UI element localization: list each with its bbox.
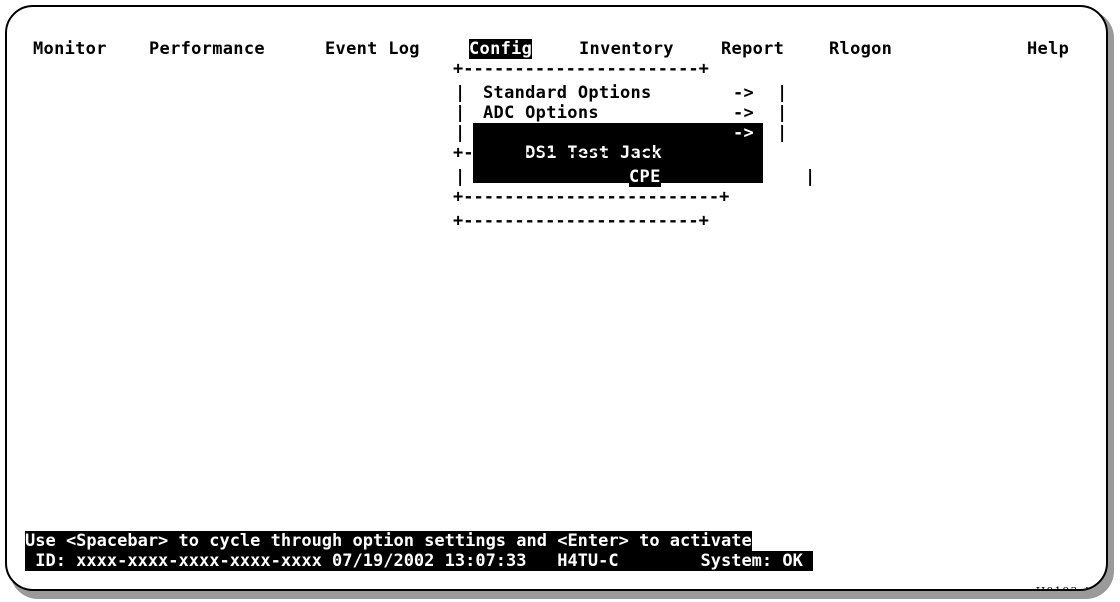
arrow-icon: -> bbox=[733, 123, 755, 143]
menu-border-left: | bbox=[455, 83, 466, 103]
menu-performance[interactable]: Performance bbox=[149, 39, 265, 59]
config-menu-border-bottom: +-----------------------+ bbox=[453, 211, 709, 231]
direction-label: Direction: bbox=[483, 167, 589, 187]
menu-border-right: | bbox=[805, 167, 816, 187]
menu-border-right: | bbox=[777, 103, 788, 123]
menu-inventory[interactable]: Inventory bbox=[579, 39, 674, 59]
menu-config[interactable]: Config bbox=[469, 39, 533, 59]
arrow-icon: -> bbox=[733, 103, 755, 123]
menu-item-standard-options[interactable]: Standard Options bbox=[483, 83, 652, 103]
menu-border-right: | bbox=[777, 83, 788, 103]
direction-value-field[interactable]: CPE bbox=[629, 167, 661, 187]
arrow-icon: -> bbox=[733, 83, 755, 103]
menu-border-left: | bbox=[455, 123, 466, 143]
menu-border-left: | bbox=[455, 103, 466, 123]
terminal-screen: Monitor Performance Event Log Config Inv… bbox=[5, 5, 1108, 591]
menu-border-right: | bbox=[777, 123, 788, 143]
menu-report[interactable]: Report bbox=[721, 39, 784, 59]
menu-event-log[interactable]: Event Log bbox=[325, 39, 420, 59]
menu-monitor[interactable]: Monitor bbox=[33, 39, 107, 59]
menu-border-left: | bbox=[455, 167, 466, 187]
submenu-border-top: +-------------------------+ bbox=[453, 143, 730, 163]
submenu-border-bottom: +-------------------------+ bbox=[453, 187, 730, 207]
hint-bar: Use <Spacebar> to cycle through option s… bbox=[25, 531, 752, 551]
menu-help[interactable]: Help bbox=[1027, 39, 1069, 59]
menu-rlogon[interactable]: Rlogon bbox=[829, 39, 892, 59]
status-line: ID: xxxx-xxxx-xxxx-xxxx-xxxx 07/19/2002 … bbox=[25, 551, 814, 571]
config-menu-border-top: +-----------------------+ bbox=[453, 59, 709, 79]
figure-id: H0193-A bbox=[1036, 585, 1092, 589]
menu-item-adc-options[interactable]: ADC Options bbox=[483, 103, 599, 123]
